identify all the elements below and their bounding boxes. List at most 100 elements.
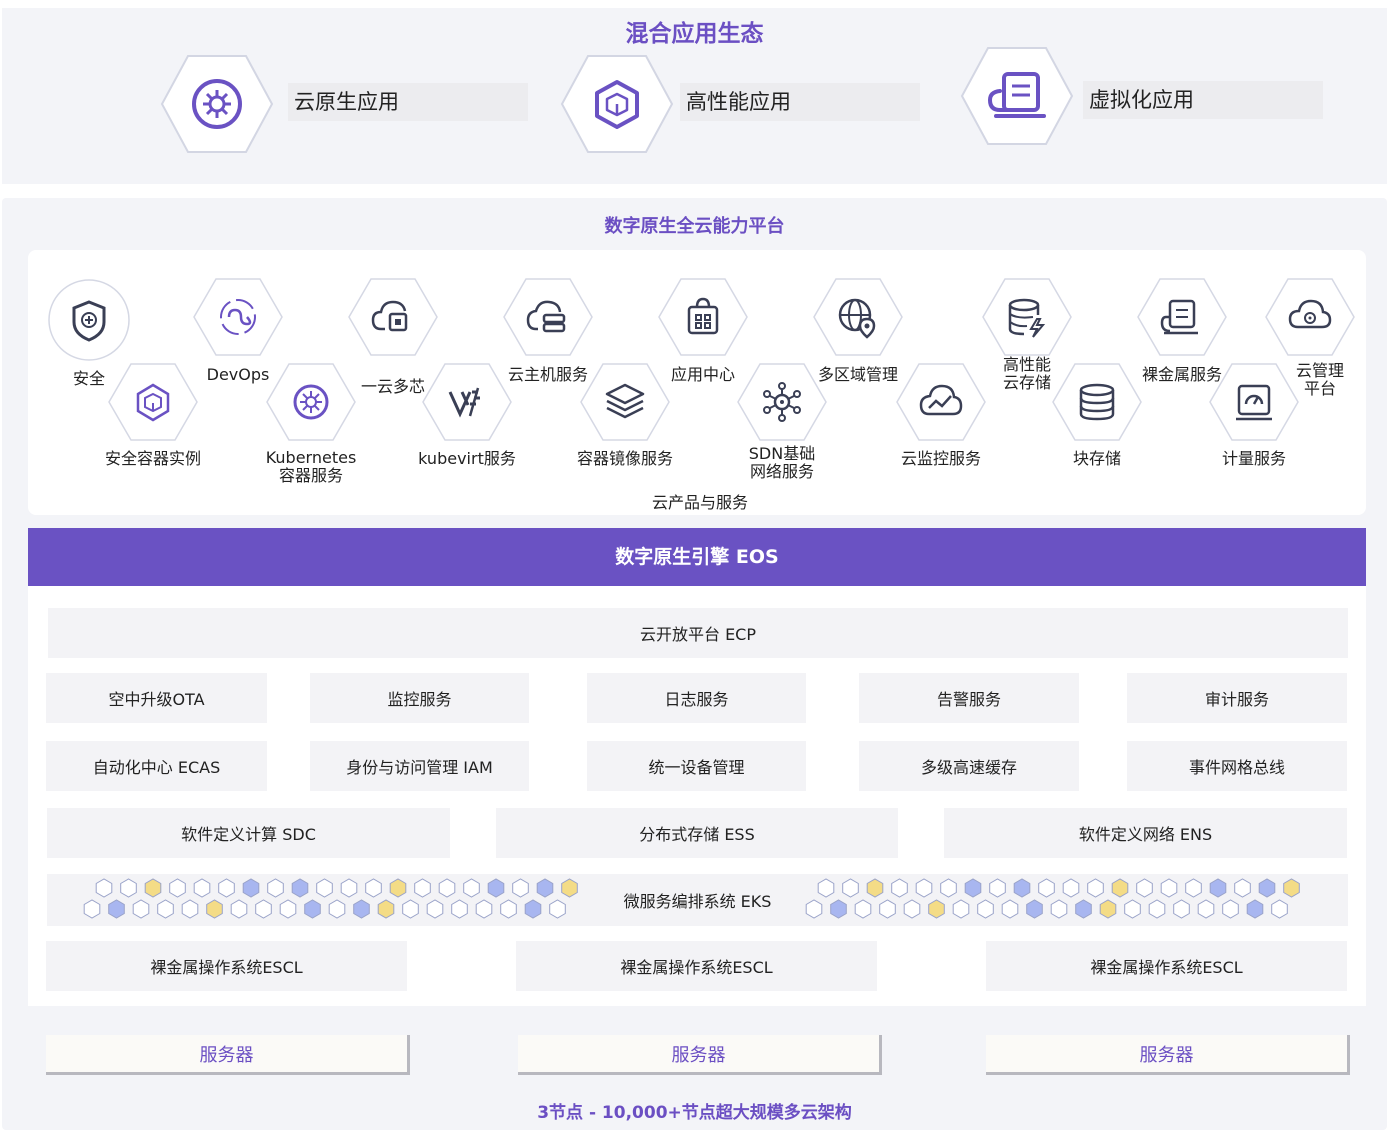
module-box: 裸金属操作系统ESCL <box>46 941 407 991</box>
service-label: 安全 <box>72 369 105 388</box>
hex-cell <box>193 878 211 898</box>
hex-cell <box>1013 878 1031 898</box>
hex-cell <box>451 899 468 919</box>
service-label: 云主机服务 <box>507 365 588 384</box>
service-label: SDN基础 网络服务 <box>748 444 816 481</box>
hex-cell <box>1075 899 1092 919</box>
module-box: 裸金属操作系统ESCL <box>986 941 1347 991</box>
hex-cell <box>952 899 970 919</box>
hex-cell <box>536 878 554 898</box>
hex-cell <box>1124 899 1141 919</box>
hex-cell <box>1062 878 1080 898</box>
hex-cell <box>1136 878 1153 898</box>
hex-cell <box>402 899 419 919</box>
service-label: DevOps <box>206 365 270 384</box>
service-label: 多区域管理 <box>817 365 898 384</box>
hex-cell <box>1283 878 1300 898</box>
eks-hex-pattern <box>83 878 1300 919</box>
hex-cell <box>1038 878 1055 898</box>
hex-cell <box>83 899 101 919</box>
hex-cell <box>817 878 835 898</box>
hex-cell <box>487 878 505 898</box>
module-box: 事件网格总线 <box>1127 741 1347 791</box>
hex-cell <box>157 899 174 919</box>
hex-cell <box>414 878 431 898</box>
hex-cell <box>989 878 1006 898</box>
hex-cell <box>242 878 260 898</box>
service-label: 裸金属服务 <box>1141 365 1222 384</box>
hex-cell <box>108 899 125 919</box>
hex-cell <box>218 878 235 898</box>
hex-cell <box>389 878 407 898</box>
module-box: 软件定义计算 SDC <box>47 808 450 858</box>
hex-cell <box>964 878 982 898</box>
service-label: kubevirt服务 <box>418 449 516 468</box>
module-box: 软件定义网络 ENS <box>944 808 1347 858</box>
hex-cell <box>1099 899 1117 919</box>
service-label: 块存储 <box>1072 449 1121 468</box>
hex-cell <box>291 878 309 898</box>
hex-cell <box>500 899 517 919</box>
hex-cell <box>549 899 566 919</box>
hex-cell <box>340 878 358 898</box>
products-caption: 云产品与服务 <box>651 493 748 512</box>
module-box: 多级高速缓存 <box>859 741 1079 791</box>
hex-cell <box>512 878 529 898</box>
hex-cell <box>353 899 370 919</box>
hex-cell <box>304 899 321 919</box>
ecp-box: 云开放平台 ECP <box>48 608 1348 658</box>
hex-cell <box>169 878 186 898</box>
globe-pin-icon <box>813 278 903 356</box>
module-box: 身份与访问管理 IAM <box>310 741 529 791</box>
app-bag-icon <box>658 278 748 356</box>
hex-cell <box>255 899 272 919</box>
hex-cell <box>181 899 199 919</box>
module-box: 告警服务 <box>859 673 1079 723</box>
hex-cell <box>120 878 137 898</box>
hex-cell <box>144 878 162 898</box>
hex-cell <box>1026 899 1043 919</box>
hex-cell <box>1148 899 1166 919</box>
hex-cell <box>842 878 859 898</box>
module-box: 裸金属操作系统ESCL <box>516 941 877 991</box>
hex-cell <box>1160 878 1178 898</box>
hex-cell <box>1173 899 1190 919</box>
service-label: Kubernetes 容器服务 <box>265 448 357 485</box>
hex-cell <box>1001 899 1019 919</box>
service-label: 安全容器实例 <box>104 449 201 468</box>
hex-cell <box>891 878 908 898</box>
service-label: 高性能 云存储 <box>1002 355 1051 392</box>
server-box: 服务器 <box>986 1035 1350 1075</box>
hex-cell <box>1111 878 1129 898</box>
server-box: 服务器 <box>46 1035 410 1075</box>
hex-cell <box>132 899 150 919</box>
hex-cell <box>95 878 113 898</box>
hex-cell <box>1209 878 1227 898</box>
hex-cell <box>561 878 578 898</box>
bare-metal-icon <box>1137 278 1227 356</box>
hex-cell <box>805 899 823 919</box>
cloud-gear-icon <box>1265 278 1355 356</box>
hex-cell <box>1222 899 1239 919</box>
hex-cell <box>524 899 542 919</box>
module-box: 监控服务 <box>310 673 529 723</box>
hex-cell <box>267 878 284 898</box>
module-box: 审计服务 <box>1127 673 1347 723</box>
hex-cell <box>1258 878 1276 898</box>
hex-cell <box>328 899 346 919</box>
hex-cell <box>854 899 872 919</box>
hex-cell <box>1271 899 1288 919</box>
hex-cell <box>1234 878 1251 898</box>
service-label: 计量服务 <box>1221 449 1286 468</box>
hex-cell <box>866 878 884 898</box>
hex-cell <box>206 899 223 919</box>
devops-loop-icon <box>193 278 283 356</box>
hex-cell <box>1050 899 1068 919</box>
database-bolt-icon <box>982 278 1072 356</box>
hex-cell <box>879 899 896 919</box>
service-label: 云管理 平台 <box>1295 361 1344 398</box>
service-label: 容器镜像服务 <box>576 449 673 468</box>
hex-cell <box>279 899 297 919</box>
cloud-chip-icon <box>348 278 438 356</box>
hex-cell <box>1197 899 1215 919</box>
